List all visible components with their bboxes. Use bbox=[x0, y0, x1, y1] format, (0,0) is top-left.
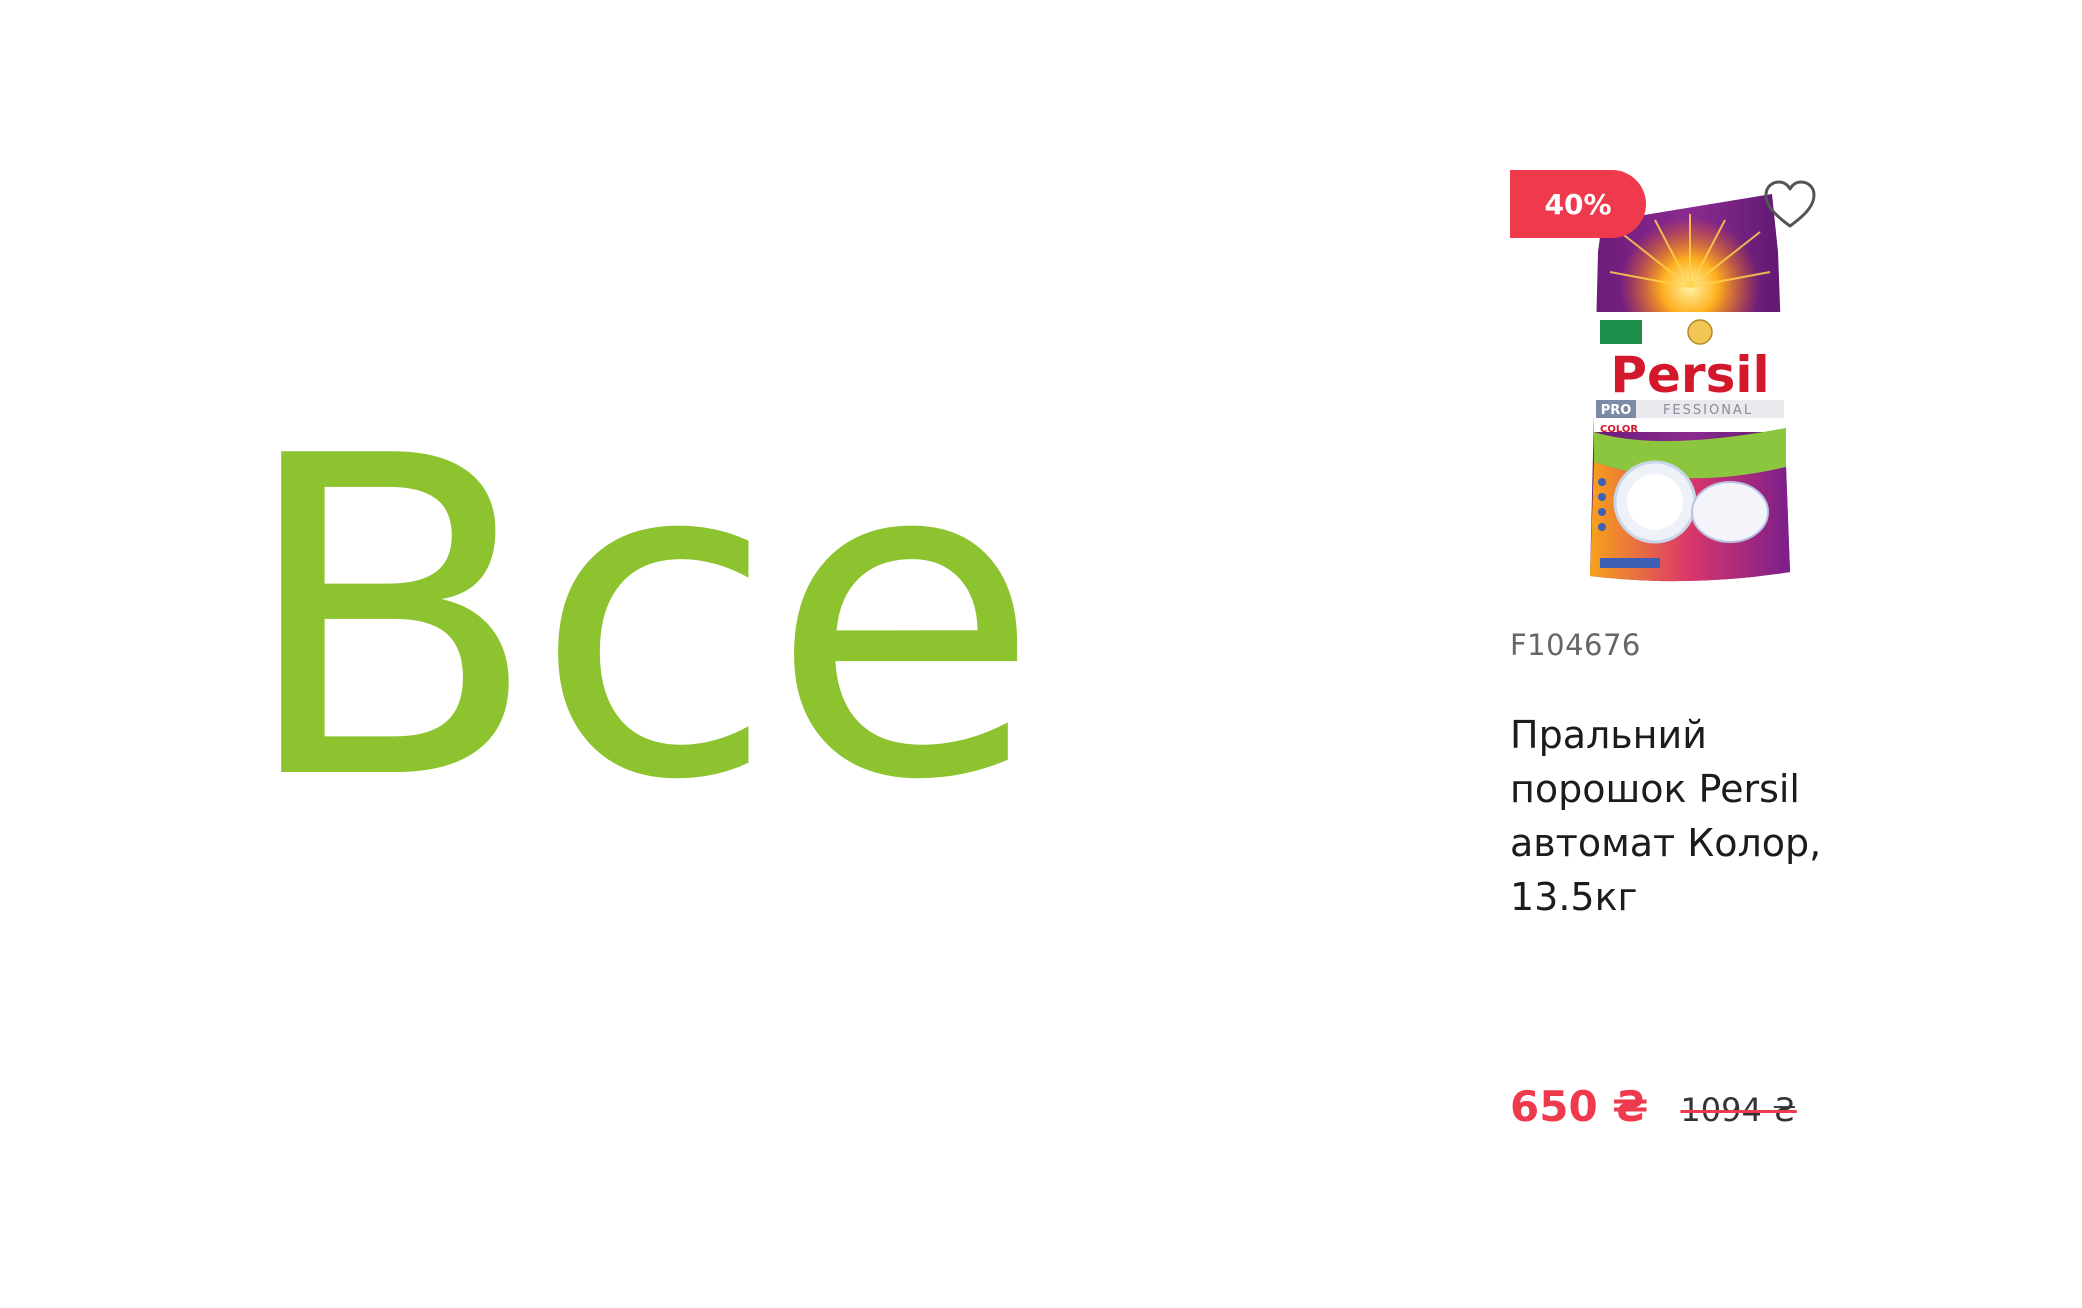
heart-outline-icon bbox=[1764, 180, 1816, 228]
price-old: 1094 ₴ bbox=[1680, 1091, 1797, 1129]
category-title: Все bbox=[238, 364, 1040, 876]
discount-badge: 40% bbox=[1510, 170, 1646, 238]
svg-text:Persil: Persil bbox=[1610, 346, 1769, 404]
product-name-link[interactable]: Пральний порошок Persil автомат Колор, 1… bbox=[1510, 708, 1870, 924]
product-image[interactable]: Persil PRO FESSIONAL COLOR bbox=[1580, 192, 1800, 590]
wishlist-button[interactable] bbox=[1760, 176, 1820, 236]
page: Все 40% Persil PRO FESSIONAL COLOR F1046… bbox=[0, 0, 2082, 1308]
product-card[interactable]: 40% Persil PRO FESSIONAL COLOR F104676 П… bbox=[1510, 170, 1870, 1160]
svg-text:FESSIONAL: FESSIONAL bbox=[1663, 403, 1753, 418]
product-sku: F104676 bbox=[1510, 628, 1641, 662]
svg-text:COLOR: COLOR bbox=[1600, 424, 1638, 435]
svg-text:PRO: PRO bbox=[1601, 403, 1632, 418]
price-row: 650 ₴ 1094 ₴ bbox=[1510, 1082, 1797, 1131]
price-current: 650 ₴ bbox=[1510, 1082, 1649, 1131]
